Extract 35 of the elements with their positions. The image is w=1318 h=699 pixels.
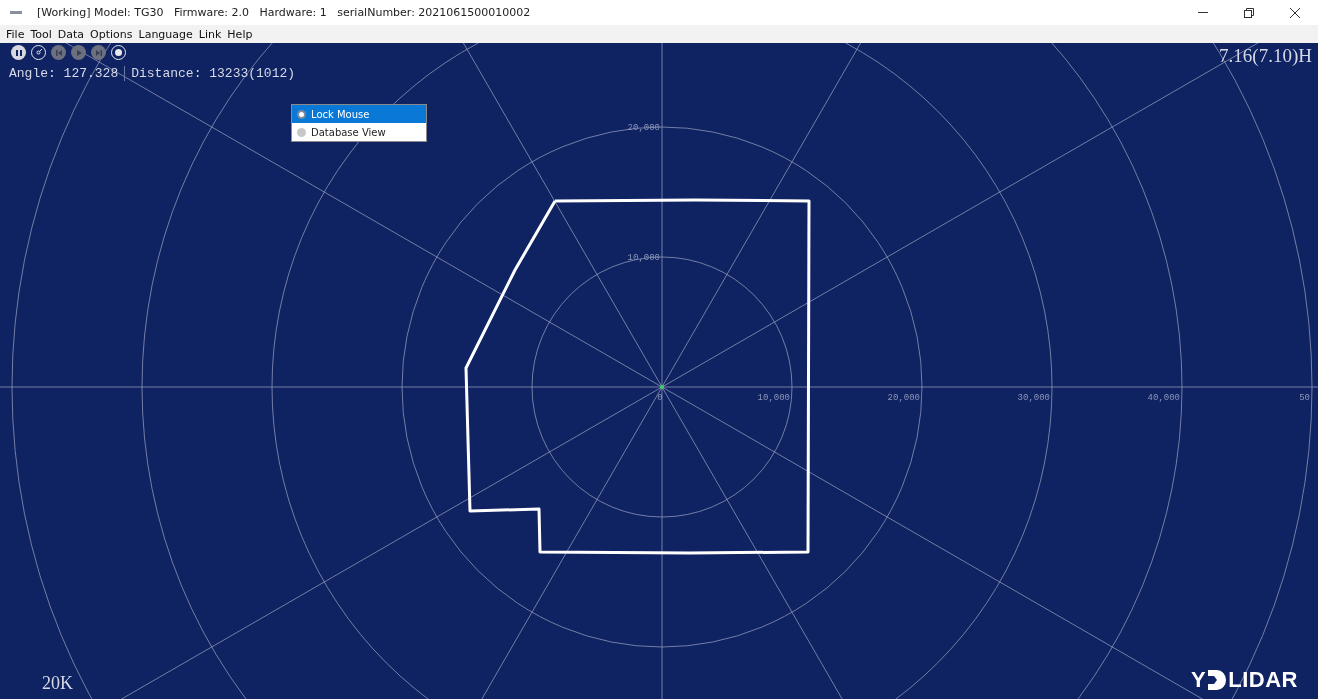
skip-forward-icon bbox=[94, 48, 103, 57]
range-label: 20K bbox=[42, 673, 73, 694]
axis-label: 50 bbox=[1299, 393, 1310, 403]
origin-dot bbox=[660, 385, 664, 389]
play-icon bbox=[74, 48, 83, 57]
close-icon bbox=[1290, 7, 1300, 18]
axis-label: 40,000 bbox=[1147, 393, 1180, 403]
distance-readout: Distance: 13233(1012) bbox=[131, 66, 296, 81]
gauge-icon bbox=[34, 48, 43, 57]
logo-mark-icon bbox=[1208, 670, 1227, 690]
menu-option[interactable]: Lock Mouse bbox=[292, 105, 426, 123]
app-icon bbox=[10, 11, 22, 14]
logo: Y LIDAR bbox=[1191, 667, 1298, 693]
pause-button[interactable] bbox=[11, 45, 26, 60]
menu-item[interactable]: Options bbox=[87, 27, 136, 41]
axis-label: 0 bbox=[657, 393, 663, 403]
axis-label: 10,000 bbox=[627, 253, 660, 263]
menu-item[interactable]: Link bbox=[195, 27, 225, 41]
menu-item[interactable]: File bbox=[3, 27, 28, 41]
window-title: [Working] Model: TG30 Firmware: 2.0 Hardware: 1 serialNumber: 2021061500010002 bbox=[37, 6, 532, 19]
skip-back-icon bbox=[54, 48, 63, 57]
axis-label: 10,000 bbox=[757, 393, 790, 403]
frequency-readout: 7.16(7.10)H bbox=[1219, 45, 1312, 67]
menu-item[interactable]: Help bbox=[224, 27, 256, 41]
axis-label: 20,000 bbox=[627, 123, 660, 133]
pause-icon bbox=[14, 48, 23, 57]
menu-item[interactable]: Tool bbox=[27, 27, 55, 41]
angle-readout: Angle: 127.328 bbox=[9, 66, 119, 81]
axis-label: 20,000 bbox=[887, 393, 920, 403]
axis-label: 30,000 bbox=[1017, 393, 1050, 403]
menu-item[interactable]: Data bbox=[54, 27, 88, 41]
menu-item[interactable]: Language bbox=[135, 27, 196, 41]
record-icon bbox=[115, 49, 122, 56]
minimize-icon bbox=[1198, 12, 1208, 13]
restore-icon bbox=[1244, 7, 1254, 18]
